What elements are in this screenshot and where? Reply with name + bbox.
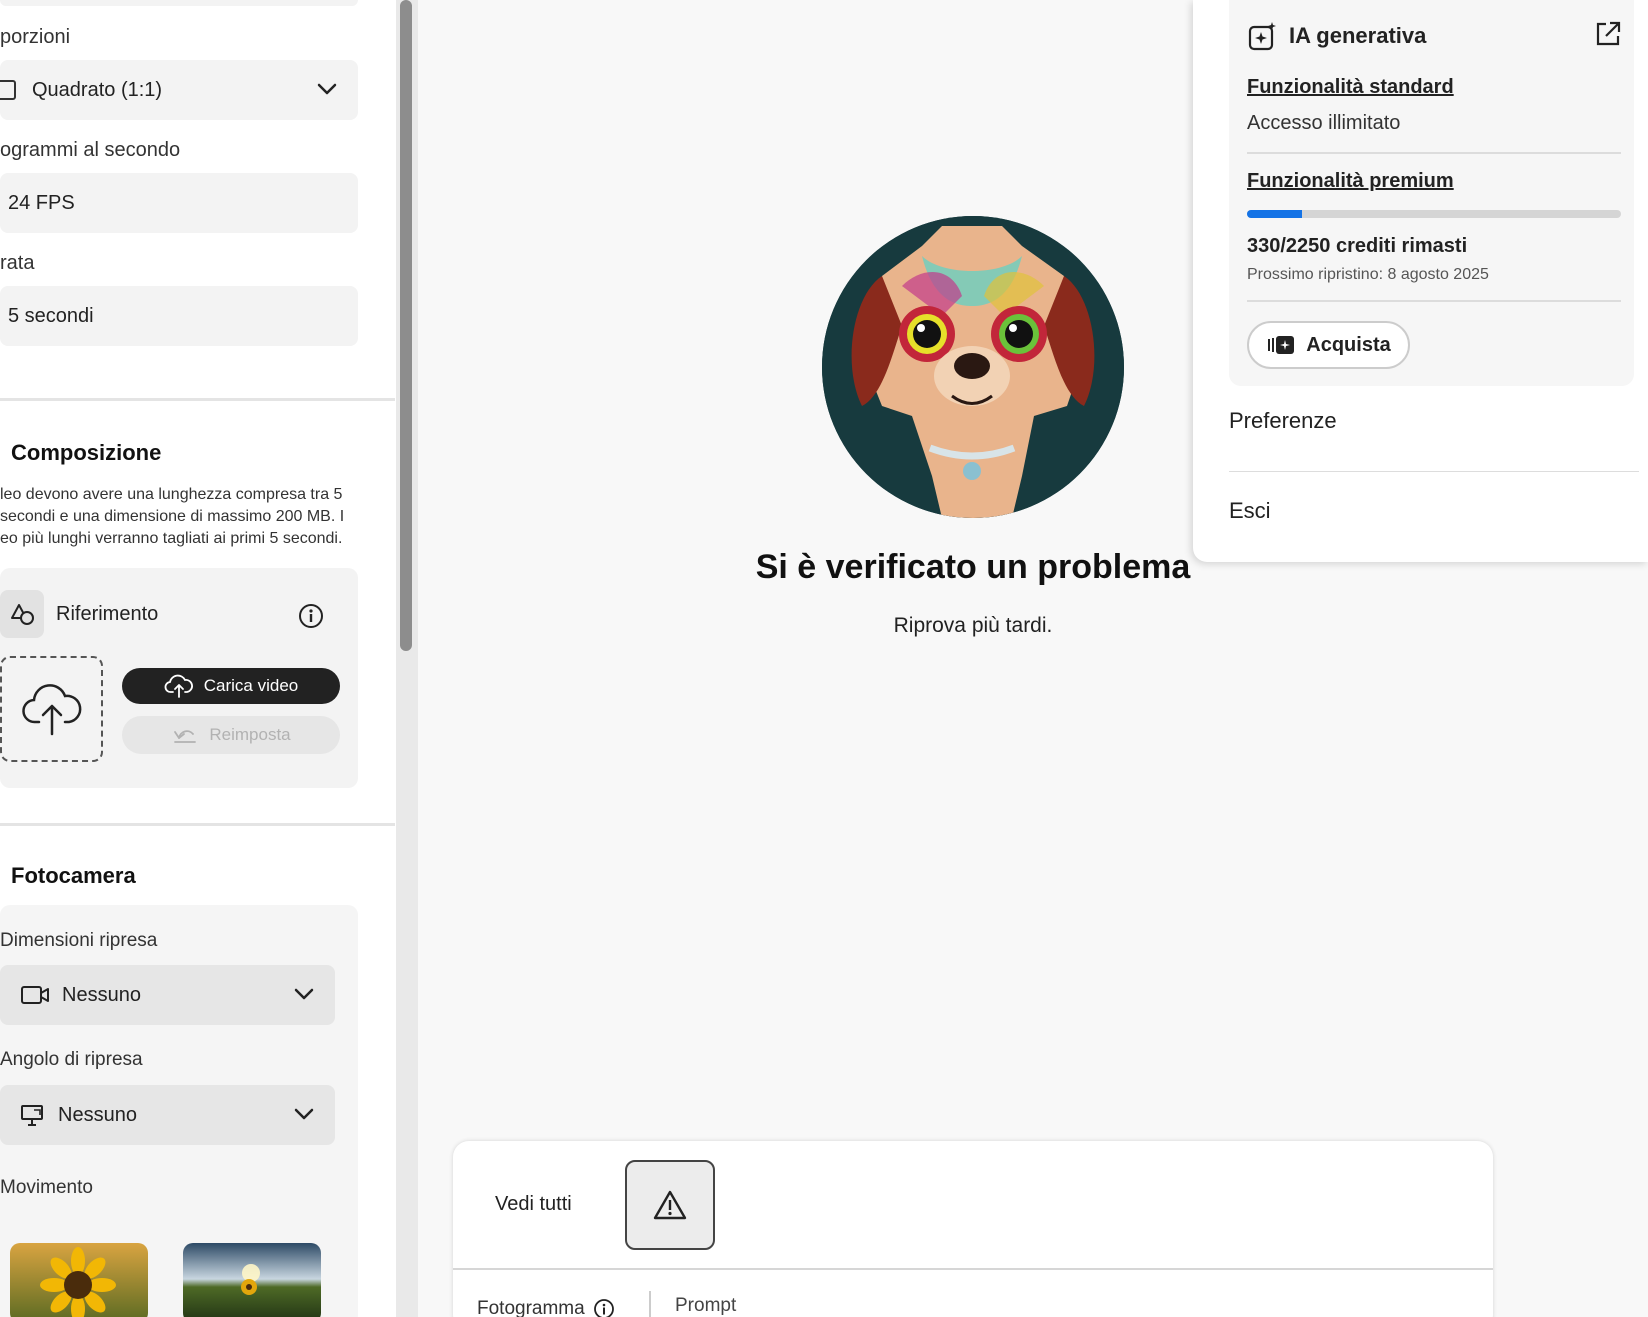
shot-size-select[interactable]: Nessuno <box>0 965 335 1025</box>
menu-item-sign-out[interactable]: Esci <box>1229 498 1271 524</box>
camera-angle-label: Angolo di ripresa <box>0 1049 143 1070</box>
frame-label-text: Fotogramma <box>477 1298 585 1317</box>
credits-progress-fill <box>1247 210 1302 218</box>
shapes-icon <box>11 604 34 625</box>
generative-ai-icon <box>1248 22 1276 51</box>
error-illustration-avatar <box>822 216 1124 518</box>
account-flyout: IA generativa Funzionalità standard Acce… <box>1193 0 1648 562</box>
generative-ai-title: IA generativa <box>1247 20 1426 52</box>
external-link-icon[interactable] <box>1594 20 1622 48</box>
camera-angle-value: Nessuno <box>58 1103 137 1126</box>
premium-features-link[interactable]: Funzionalità premium <box>1247 170 1454 193</box>
reference-card: Riferimento Carica video Reimposta <box>0 568 358 788</box>
camera-angle-select[interactable]: Nessuno <box>0 1085 335 1145</box>
camera-title: Fotocamera <box>11 863 136 888</box>
reference-icon-button[interactable] <box>0 590 44 638</box>
shot-size-value: Nessuno <box>62 983 141 1006</box>
error-subtitle: Riprova più tardi. <box>893 614 1053 637</box>
chevron-down-icon <box>317 83 337 95</box>
aspect-ratio-value: Quadrato (1:1) <box>32 78 163 101</box>
menu-divider <box>1229 471 1639 472</box>
square-icon <box>0 80 16 100</box>
duration-field[interactable]: 5 secondi <box>0 286 358 346</box>
buy-credits-button[interactable]: Acquista <box>1247 321 1410 369</box>
reset-button[interactable]: Reimposta <box>122 716 340 754</box>
section-divider <box>0 823 395 826</box>
failed-generation-thumbnail[interactable] <box>625 1160 715 1250</box>
camera-card: Dimensioni ripresa Nessuno Angolo di rip… <box>0 905 358 1317</box>
duration-label: rata <box>0 252 35 274</box>
fps-label: ogrammi al secondo <box>0 139 181 161</box>
duration-value: 5 secondi <box>8 304 94 327</box>
scrollbar-thumb[interactable] <box>400 0 412 651</box>
prompt-label[interactable]: Prompt <box>675 1295 736 1317</box>
video-camera-icon <box>20 984 50 1006</box>
see-all-link[interactable]: Vedi tutti <box>495 1193 572 1216</box>
flyout-divider <box>1247 152 1621 154</box>
menu-item-preferences[interactable]: Preferenze <box>1229 408 1337 434</box>
standard-access-text: Accesso illimitato <box>1247 112 1401 134</box>
movement-label: Movimento <box>0 1177 93 1198</box>
reset-label: Reimposta <box>209 725 291 744</box>
field-separator <box>649 1291 651 1317</box>
upload-dropzone[interactable] <box>0 656 103 762</box>
standard-features-link[interactable]: Funzionalità standard <box>1247 76 1454 99</box>
section-divider <box>0 398 395 401</box>
chevron-down-icon <box>294 988 314 1000</box>
aspect-ratio-label: porzioni <box>0 26 71 48</box>
generation-bar: Vedi tutti Fotogramma Prompt <box>453 1141 1493 1317</box>
upload-video-button[interactable]: Carica video <box>122 668 340 704</box>
generative-ai-label: IA generativa <box>1289 23 1427 48</box>
fps-value: 24 FPS <box>8 191 75 214</box>
info-icon[interactable] <box>593 1298 615 1317</box>
warning-icon <box>653 1190 687 1220</box>
next-reset-date: Prossimo ripristino: 8 agosto 2025 <box>1247 266 1489 283</box>
composition-title: Composizione <box>11 440 162 465</box>
upload-video-label: Carica video <box>203 676 299 695</box>
cloud-upload-icon <box>21 684 81 736</box>
buy-credits-label: Acquista <box>1306 333 1391 356</box>
credits-remaining: 330/2250 crediti rimasti <box>1247 235 1468 257</box>
bottom-divider <box>453 1268 1493 1270</box>
settings-panel: porzioni Quadrato (1:1) ogrammi al secon… <box>0 0 403 1317</box>
credits-icon <box>1268 336 1295 354</box>
frame-label: Fotogramma <box>477 1298 615 1317</box>
reference-label: Riferimento <box>56 603 159 625</box>
info-icon[interactable] <box>298 603 324 629</box>
aspect-ratio-select[interactable]: Quadrato (1:1) <box>0 60 358 120</box>
chevron-down-icon <box>294 1108 314 1120</box>
generative-ai-credits-card: IA generativa Funzionalità standard Acce… <box>1229 0 1634 386</box>
shot-size-label: Dimensioni ripresa <box>0 930 158 951</box>
previous-field-bottom <box>0 0 358 6</box>
credits-progress-bar <box>1247 210 1621 218</box>
movement-thumbnail-sunflower-closeup[interactable] <box>10 1243 148 1317</box>
movement-thumbnail-sunflower-field[interactable] <box>183 1243 321 1317</box>
composition-description: leo devono avere una lunghezza compresa … <box>0 486 345 547</box>
reset-icon <box>174 730 197 743</box>
fps-field[interactable]: 24 FPS <box>0 173 358 233</box>
error-title: Si è verificato un problema <box>755 548 1191 586</box>
camera-angle-icon <box>20 1103 46 1127</box>
cloud-upload-icon <box>164 674 193 698</box>
flyout-divider <box>1247 300 1621 302</box>
